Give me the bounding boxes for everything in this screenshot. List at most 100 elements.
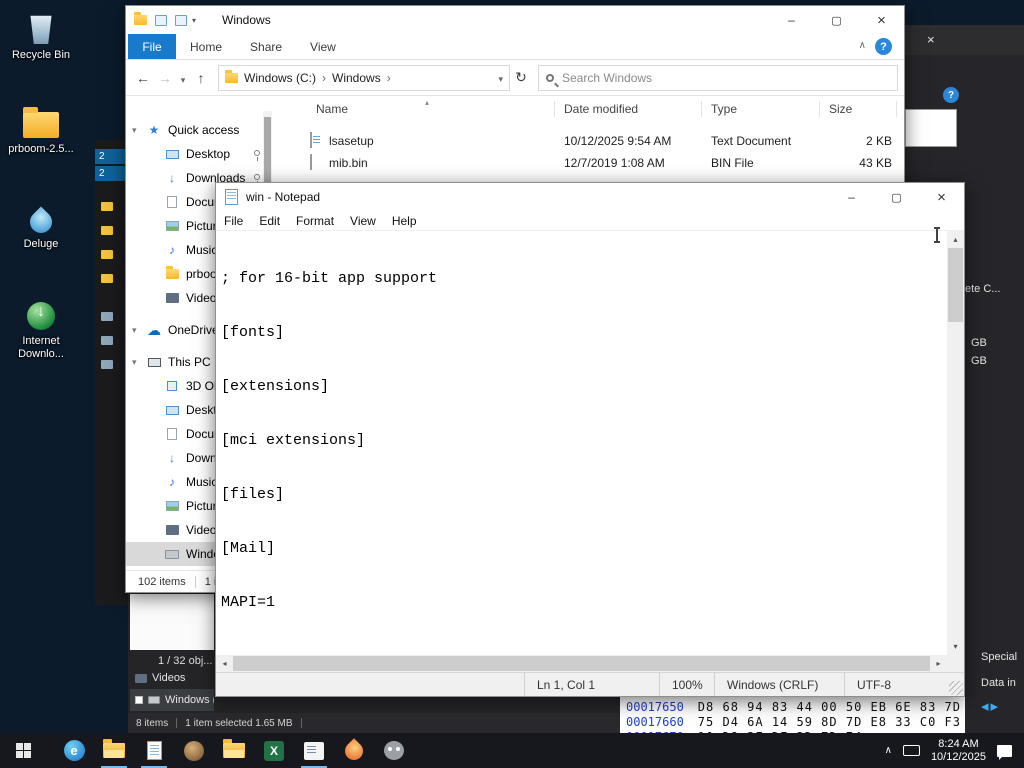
breadcrumb-drive[interactable]: Windows (C:) [244, 71, 316, 85]
nav-arrows-icon[interactable] [981, 697, 1000, 715]
hex-row[interactable]: 00017650 D8 68 94 83 44 00 50 EB 6E 83 7D [626, 700, 965, 715]
help-icon[interactable] [875, 38, 892, 55]
taskbar-icon-hex-editor[interactable] [294, 733, 334, 768]
cursor-position: Ln 1, Col 1 [524, 673, 659, 696]
desktop-icon-label: Recycle Bin [11, 49, 71, 61]
quick-access-dropdown-icon[interactable]: ▾ [192, 16, 196, 25]
desktop-icon-label: Deluge [23, 238, 59, 250]
gimp-icon [384, 741, 404, 760]
recent-locations-dropdown-icon[interactable] [176, 70, 190, 86]
chevron-down-icon[interactable] [132, 325, 146, 336]
sidebar-item-videos[interactable]: Videos [130, 668, 214, 688]
close-icon[interactable] [927, 32, 935, 47]
file-row-lsasetup[interactable]: lsasetup 10/12/2025 9:54 AM Text Documen… [302, 131, 894, 153]
desktop-icon-idm[interactable]: Internet Downlo... [8, 302, 74, 361]
ribbon-collapse-icon[interactable] [859, 40, 866, 51]
file-type: Text Document [711, 134, 792, 148]
background-list-item[interactable]: 2 [95, 166, 128, 181]
close-button[interactable] [919, 183, 964, 211]
clock[interactable]: 8:24 AM 10/12/2025 [931, 738, 986, 764]
menu-format[interactable]: Format [288, 214, 342, 228]
sidebar-item-quick-access[interactable]: Quick access [126, 118, 286, 142]
scroll-up-icon[interactable] [947, 231, 964, 248]
chevron-down-icon[interactable] [132, 357, 146, 368]
toolbar-field[interactable] [905, 109, 957, 147]
column-divider[interactable] [554, 101, 555, 117]
quick-access-toolbar-icon[interactable] [175, 14, 187, 26]
taskbar-icon-excel[interactable]: X [254, 733, 294, 768]
column-divider[interactable] [896, 101, 897, 117]
quick-access-toolbar-icon[interactable] [155, 14, 167, 26]
scrollbar-thumb[interactable] [233, 656, 930, 671]
forward-button[interactable] [154, 70, 176, 86]
search-input[interactable] [560, 69, 890, 86]
refresh-button[interactable] [510, 69, 532, 86]
minimize-button[interactable] [829, 183, 874, 211]
maximize-button[interactable] [814, 6, 859, 34]
resize-grip[interactable] [949, 681, 963, 695]
background-list-item[interactable]: 2 [95, 149, 128, 164]
file-row-mib-bin[interactable]: mib.bin 12/7/2019 1:08 AM BIN File 43 KB [302, 153, 894, 175]
status-bar: Ln 1, Col 1 100% Windows (CRLF) UTF-8 [216, 672, 964, 696]
folder-icon [23, 107, 59, 138]
search-box[interactable] [538, 64, 898, 91]
address-bar[interactable]: Windows (C:) Windows [218, 64, 510, 91]
checkbox[interactable] [135, 696, 143, 704]
download-icon [164, 171, 180, 185]
scrollbar-thumb[interactable] [948, 248, 963, 322]
breadcrumb-separator-icon[interactable] [322, 71, 326, 85]
tray-expand-icon[interactable] [885, 745, 892, 756]
column-divider[interactable] [701, 101, 702, 117]
vertical-scrollbar[interactable] [947, 231, 964, 655]
menu-view[interactable]: View [342, 214, 384, 228]
column-divider[interactable] [819, 101, 820, 117]
horizontal-scrollbar[interactable] [216, 655, 947, 672]
right-arrow-icon [991, 698, 1001, 715]
close-button[interactable] [859, 6, 904, 34]
desktop-icon-deluge[interactable]: Deluge [8, 205, 74, 251]
taskbar-icon-gimp[interactable] [374, 733, 414, 768]
tab-file[interactable]: File [128, 34, 176, 59]
touch-keyboard-icon[interactable] [902, 745, 920, 756]
notepad-titlebar: win - Notepad [216, 183, 964, 211]
taskbar-icon-flame-app[interactable] [334, 733, 374, 768]
file-icon [101, 336, 113, 345]
sidebar-item-desktop[interactable]: Desktop [126, 142, 286, 166]
up-button[interactable] [190, 70, 212, 86]
menu-file[interactable]: File [216, 214, 251, 228]
sidebar-item-windows-c[interactable]: Windows (C:) [130, 689, 214, 711]
column-header-date[interactable]: Date modified [564, 97, 638, 121]
sidebar-item-label: Quick access [168, 123, 240, 137]
scrollbar-thumb[interactable] [264, 117, 271, 189]
taskbar-icon-browser[interactable]: e [54, 733, 94, 768]
column-header-name[interactable]: Name [316, 97, 348, 121]
hex-row[interactable]: 00017660 75 D4 6A 14 59 8D 7D E8 33 C0 F3 [626, 715, 965, 730]
taskbar-icon-notepad[interactable] [134, 733, 174, 768]
breadcrumb-separator-icon[interactable] [387, 71, 391, 85]
breadcrumb-folder[interactable]: Windows [332, 71, 381, 85]
address-dropdown-icon[interactable] [498, 71, 503, 85]
desktop-icon-prboom[interactable]: prboom-2.5... [8, 107, 74, 156]
tab-home[interactable]: Home [176, 34, 236, 59]
scroll-right-icon[interactable] [930, 655, 947, 672]
column-header-type[interactable]: Type [711, 97, 737, 121]
scroll-down-icon[interactable] [947, 638, 964, 655]
back-button[interactable] [132, 70, 154, 86]
menu-help[interactable]: Help [384, 214, 425, 228]
start-button[interactable] [0, 733, 46, 768]
tab-view[interactable]: View [296, 34, 350, 59]
taskbar-icon-file-explorer[interactable] [94, 733, 134, 768]
tab-share[interactable]: Share [236, 34, 296, 59]
scroll-left-icon[interactable] [216, 655, 233, 672]
desktop-icon-recycle-bin[interactable]: Recycle Bin [8, 14, 74, 62]
taskbar-icon-doom[interactable] [174, 733, 214, 768]
help-icon[interactable] [943, 87, 959, 103]
notification-center-icon[interactable] [997, 744, 1012, 760]
maximize-button[interactable] [874, 183, 919, 211]
minimize-button[interactable] [769, 6, 814, 34]
taskbar-icon-folder[interactable] [214, 733, 254, 768]
text-editor-area[interactable]: ; for 16-bit app support [fonts] [extens… [216, 231, 947, 655]
chevron-down-icon[interactable] [132, 125, 146, 136]
menu-edit[interactable]: Edit [251, 214, 288, 228]
column-header-size[interactable]: Size [829, 97, 852, 121]
